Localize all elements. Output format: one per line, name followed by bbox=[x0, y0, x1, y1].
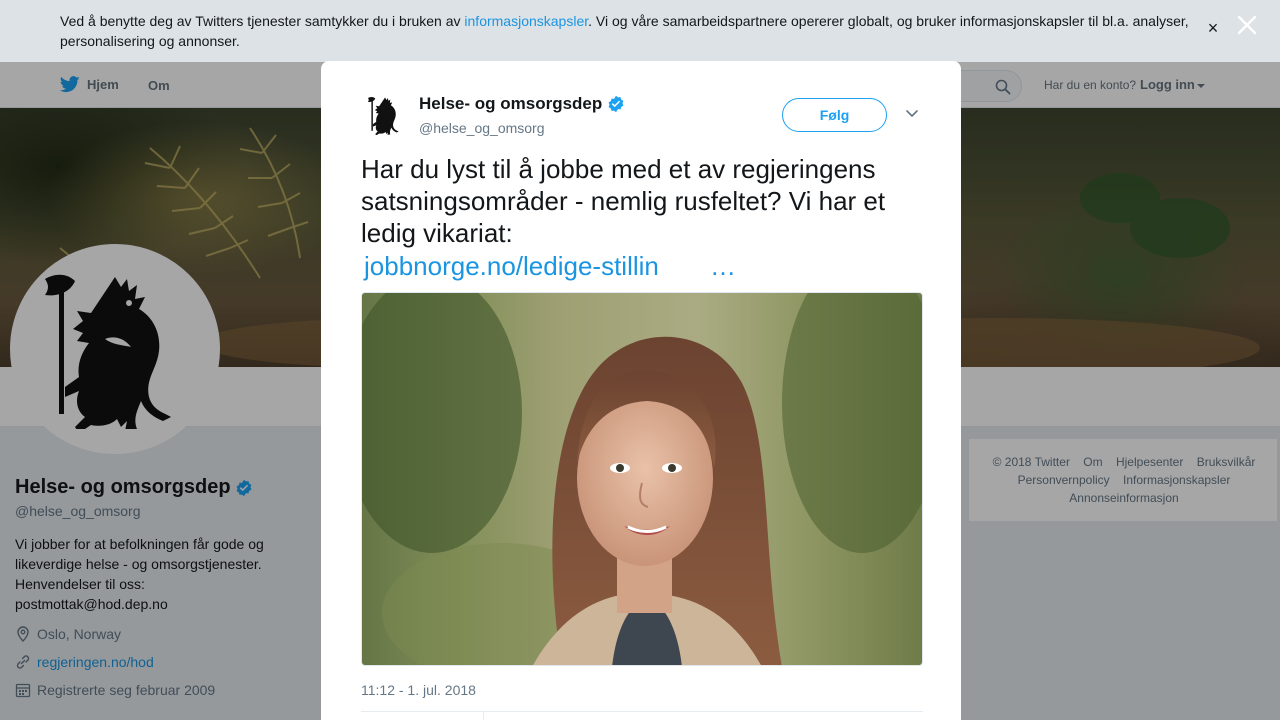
tweet-divider bbox=[361, 711, 923, 712]
follow-button[interactable]: Følg bbox=[782, 98, 887, 132]
cookie-close-button[interactable]: × bbox=[1206, 19, 1220, 37]
tweet-link[interactable]: jobbnorge.no/ledige-stillin bbox=[364, 250, 659, 282]
tweet-stats-divider bbox=[483, 712, 484, 720]
tweet-text-line: ledig vikariat: bbox=[361, 218, 513, 248]
tweet-text: Har du lyst til å jobbe med et av regjer… bbox=[361, 153, 931, 249]
portrait-photo bbox=[362, 293, 922, 665]
tweet-author-avatar[interactable] bbox=[361, 91, 409, 139]
cookie-policy-link[interactable]: informasjonskapsler bbox=[464, 13, 588, 29]
tweet-author-handle[interactable]: @helse_og_omsorg bbox=[419, 120, 545, 136]
tweet-text-line: Har du lyst til å jobbe med et av regjer… bbox=[361, 154, 876, 184]
cookie-text-start: Ved å benytte deg av Twitters tjenester … bbox=[60, 13, 465, 29]
tweet-photo[interactable] bbox=[361, 292, 923, 666]
close-icon[interactable] bbox=[1234, 12, 1260, 38]
tweet-text-line: satsningsområder - nemlig rusfeltet? Vi … bbox=[361, 186, 886, 216]
verified-badge-icon bbox=[608, 95, 624, 113]
tweet-author-name-text: Helse- og omsorgsdep bbox=[419, 94, 603, 113]
tweet-link-ellipsis: … bbox=[710, 251, 736, 281]
tweet-modal: Helse- og omsorgsdep @helse_og_omsorg Fø… bbox=[321, 61, 961, 720]
chevron-down-icon[interactable] bbox=[905, 107, 919, 121]
tweet-timestamp[interactable]: 11:12 - 1. jul. 2018 bbox=[361, 682, 476, 698]
norwegian-lion-icon bbox=[368, 96, 399, 135]
tweet-author-name[interactable]: Helse- og omsorgsdep bbox=[419, 94, 625, 114]
cookie-banner-text: Ved å benytte deg av Twitters tjenester … bbox=[60, 11, 1200, 51]
